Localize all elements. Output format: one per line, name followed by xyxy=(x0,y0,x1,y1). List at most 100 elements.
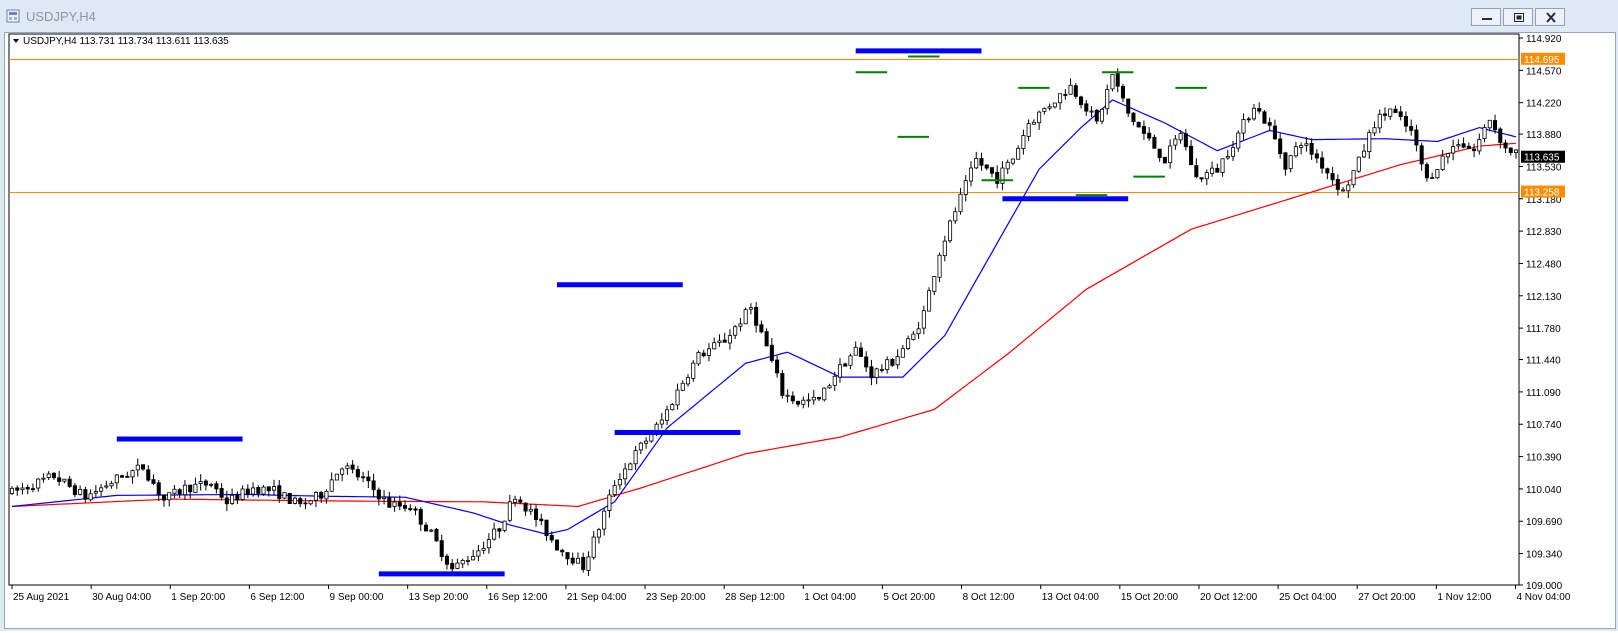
candle-body xyxy=(1451,146,1456,154)
candle-body xyxy=(1120,85,1125,99)
candle-body xyxy=(324,490,329,500)
candle[interactable] xyxy=(890,358,895,367)
candle[interactable] xyxy=(780,370,785,399)
candle-body xyxy=(1105,89,1110,110)
candle-body xyxy=(1351,170,1356,186)
y-axis-tick-label: 111.780 xyxy=(1526,324,1561,335)
candle-body xyxy=(518,499,523,503)
candle-body xyxy=(942,240,947,257)
candle-body xyxy=(733,326,738,336)
candle[interactable] xyxy=(822,387,827,402)
x-axis-tick-label: 30 Aug 04:00 xyxy=(92,592,151,603)
candle[interactable] xyxy=(948,219,953,243)
candle[interactable] xyxy=(927,287,932,312)
candle-body xyxy=(1414,129,1419,146)
candle-body xyxy=(843,363,848,367)
x-axis-tick-label: 1 Nov 12:00 xyxy=(1437,592,1491,603)
candle-body xyxy=(1047,106,1052,109)
candle[interactable] xyxy=(1356,156,1361,173)
candle-body xyxy=(754,306,759,326)
restore-button[interactable] xyxy=(1503,8,1533,26)
candle-body xyxy=(1272,125,1277,140)
candle-body xyxy=(83,489,88,500)
candle[interactable] xyxy=(1435,169,1440,180)
candle-body xyxy=(1251,107,1257,120)
candle[interactable] xyxy=(287,492,292,505)
candle-body xyxy=(1141,126,1146,134)
candle-body xyxy=(963,180,968,195)
candle[interactable] xyxy=(334,473,339,481)
candle[interactable] xyxy=(554,539,560,551)
candle-body xyxy=(1320,157,1325,169)
candle-body xyxy=(434,528,439,542)
candle[interactable] xyxy=(628,462,633,471)
candle[interactable] xyxy=(1136,121,1141,128)
candle-body xyxy=(1021,135,1026,149)
candle-body xyxy=(387,497,392,508)
candle-body xyxy=(1178,133,1183,141)
candle-body xyxy=(785,394,790,397)
candle-body xyxy=(1115,73,1120,87)
candle-body xyxy=(151,479,156,484)
close-icon xyxy=(1546,12,1556,23)
candle-body xyxy=(104,485,109,488)
candle-body xyxy=(738,323,743,327)
candle[interactable] xyxy=(1073,83,1078,99)
current-price-tag-label: 113.635 xyxy=(1524,153,1560,164)
x-axis-tick-label: 13 Sep 20:00 xyxy=(409,592,469,603)
candle-body xyxy=(1503,142,1508,149)
candle-body xyxy=(30,488,35,491)
candle-body xyxy=(1204,172,1209,180)
candle-body xyxy=(927,290,932,312)
candle[interactable] xyxy=(696,350,701,367)
candle-body xyxy=(890,359,895,366)
x-axis-tick-label: 23 Sep 20:00 xyxy=(646,592,706,603)
price-chart[interactable]: 114.920114.570114.220113.880113.530113.1… xyxy=(5,33,1615,628)
candle-body xyxy=(869,366,874,379)
candle[interactable] xyxy=(292,496,298,505)
candle-body xyxy=(879,369,884,371)
title-bar[interactable]: USDJPY,H4 xyxy=(0,0,1618,32)
candle-body xyxy=(832,375,837,386)
close-button[interactable] xyxy=(1535,8,1565,26)
candle-body xyxy=(1341,189,1346,192)
candle-body xyxy=(921,310,926,329)
window-title: USDJPY,H4 xyxy=(26,9,96,24)
y-axis-tick-label: 110.040 xyxy=(1526,485,1562,496)
candle-body xyxy=(586,556,591,571)
y-axis-tick-label: 114.570 xyxy=(1526,66,1562,77)
chart-area[interactable]: 114.920 114.570 114.220 113.880 113.530 113.1… xyxy=(4,32,1616,629)
candle-body xyxy=(1346,184,1351,192)
candle-body xyxy=(15,487,20,491)
level-price-tag-label: 114.695 xyxy=(1524,55,1560,66)
candle[interactable] xyxy=(1262,110,1267,124)
candle[interactable] xyxy=(743,307,748,325)
candle[interactable] xyxy=(1162,156,1167,164)
minimize-button[interactable] xyxy=(1471,8,1501,26)
candle-body xyxy=(1377,113,1382,129)
candle-body xyxy=(266,486,271,492)
chart-window-icon xyxy=(6,9,20,23)
candle[interactable] xyxy=(502,520,507,533)
y-axis-tick-label: 113.530 xyxy=(1526,162,1562,173)
candle[interactable] xyxy=(1110,74,1115,92)
candle-body xyxy=(1283,152,1288,170)
candle[interactable] xyxy=(434,528,439,542)
candle[interactable] xyxy=(691,360,696,382)
level-price-tag-label: 113.258 xyxy=(1524,188,1560,199)
candle-body xyxy=(1199,177,1204,180)
candle-body xyxy=(99,487,104,492)
candle-body xyxy=(1147,132,1152,139)
candle-body xyxy=(1477,139,1482,152)
candle-body xyxy=(1472,148,1477,152)
candle-body xyxy=(822,387,827,401)
current-price-tag: 113.635 xyxy=(1521,150,1565,164)
x-axis-tick-label: 28 Sep 12:00 xyxy=(725,592,785,603)
candle-body xyxy=(188,484,193,493)
candle-body xyxy=(1037,111,1042,124)
candle-body xyxy=(659,419,664,425)
candle-body xyxy=(685,377,691,385)
minimize-icon xyxy=(1482,18,1492,20)
candle-body xyxy=(497,528,502,532)
candle[interactable] xyxy=(282,492,287,500)
